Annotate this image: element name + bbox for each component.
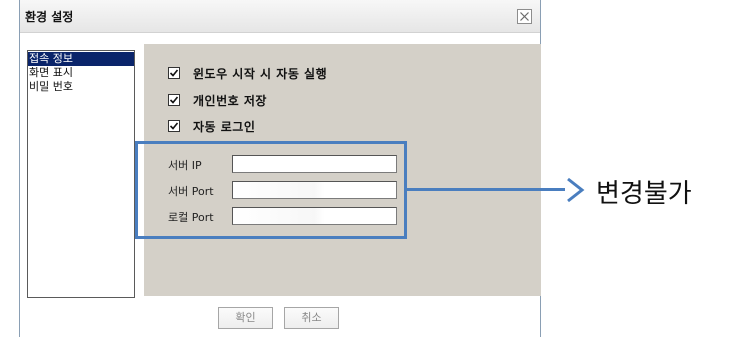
sidebar-item-display[interactable]: 화면 표시 [28, 66, 134, 80]
checkmark-icon [169, 96, 179, 104]
unchangeable-fields-highlight [135, 141, 407, 239]
option-save-pin[interactable]: 개인번호 저장 [168, 92, 267, 108]
close-button[interactable] [517, 9, 532, 24]
arrow-right-icon [567, 177, 585, 203]
close-icon [520, 12, 529, 21]
title-bar: 환경 설정 [20, 0, 540, 33]
sidebar-item-password[interactable]: 비밀 번호 [28, 80, 134, 94]
checkmark-icon [169, 69, 179, 77]
option-autostart[interactable]: 윈도우 시작 시 자동 실행 [168, 65, 327, 81]
callout-label: 변경불가 [596, 179, 692, 209]
autostart-label: 윈도우 시작 시 자동 실행 [193, 66, 328, 81]
save-pin-checkbox[interactable] [168, 94, 180, 106]
callout-connector-line [407, 188, 565, 191]
cancel-button[interactable]: 취소 [284, 307, 339, 329]
autostart-checkbox[interactable] [168, 67, 180, 79]
save-pin-label: 개인번호 저장 [193, 93, 267, 108]
option-auto-login[interactable]: 자동 로그인 [168, 118, 255, 134]
dialog-title: 환경 설정 [25, 10, 74, 24]
ok-button[interactable]: 확인 [218, 307, 273, 329]
auto-login-label: 자동 로그인 [193, 119, 256, 134]
checkmark-icon [169, 122, 179, 130]
auto-login-checkbox[interactable] [168, 120, 180, 132]
sidebar-item-connection-info[interactable]: 접속 정보 [28, 52, 134, 66]
settings-category-list[interactable]: 접속 정보 화면 표시 비밀 번호 [27, 50, 135, 298]
